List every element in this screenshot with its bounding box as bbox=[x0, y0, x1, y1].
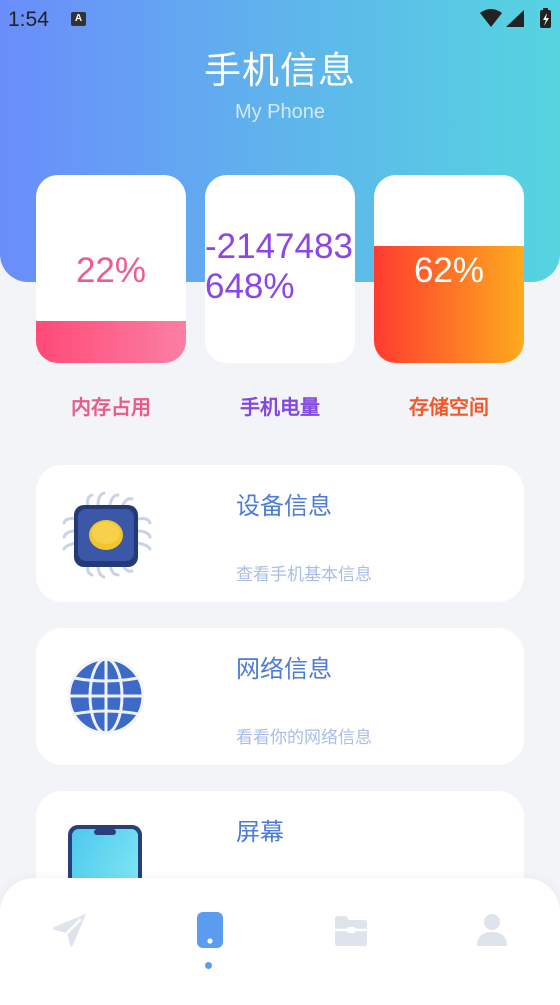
memory-percent: 22% bbox=[75, 251, 147, 290]
device-info-card[interactable]: 设备信息 查看手机基本信息 bbox=[36, 465, 524, 602]
network-info-title: 网络信息 bbox=[236, 655, 332, 683]
user-icon[interactable] bbox=[472, 910, 512, 950]
page-title: 手机信息 bbox=[204, 49, 356, 92]
memory-label: 内存占用 bbox=[71, 395, 151, 419]
phone-icon[interactable] bbox=[190, 908, 230, 952]
battery-percent: -2147483648% bbox=[205, 227, 353, 306]
device-info-desc: 查看手机基本信息 bbox=[236, 565, 372, 585]
storage-percent: 62% bbox=[413, 251, 485, 290]
screen-info-title: 屏幕 bbox=[236, 818, 284, 846]
battery-charging-icon bbox=[540, 8, 551, 28]
globe-icon bbox=[67, 657, 145, 735]
status-time: 1:54 bbox=[8, 8, 49, 31]
signal-icon bbox=[506, 10, 524, 27]
notification-a-icon: A bbox=[71, 12, 86, 26]
status-bar: 1:54 A bbox=[0, 0, 560, 40]
active-tab-indicator bbox=[205, 962, 212, 969]
page-subtitle: My Phone bbox=[234, 101, 326, 123]
device-info-title: 设备信息 bbox=[236, 492, 332, 520]
chip-icon bbox=[62, 491, 152, 579]
send-icon[interactable] bbox=[50, 910, 90, 950]
memory-usage-card[interactable]: 22% bbox=[36, 175, 186, 363]
network-info-desc: 看看你的网络信息 bbox=[236, 728, 372, 748]
bottom-tab-bar bbox=[0, 878, 560, 1005]
network-info-card[interactable]: 网络信息 看看你的网络信息 bbox=[36, 628, 524, 765]
battery-label: 手机电量 bbox=[240, 395, 320, 419]
wifi-icon bbox=[480, 9, 502, 27]
storage-label: 存储空间 bbox=[409, 395, 489, 419]
folder-icon[interactable] bbox=[331, 910, 371, 950]
memory-fill-bar bbox=[36, 321, 186, 363]
status-icons bbox=[478, 8, 554, 30]
storage-card[interactable]: 62% bbox=[374, 175, 524, 363]
battery-card[interactable]: -2147483648% bbox=[205, 175, 355, 363]
